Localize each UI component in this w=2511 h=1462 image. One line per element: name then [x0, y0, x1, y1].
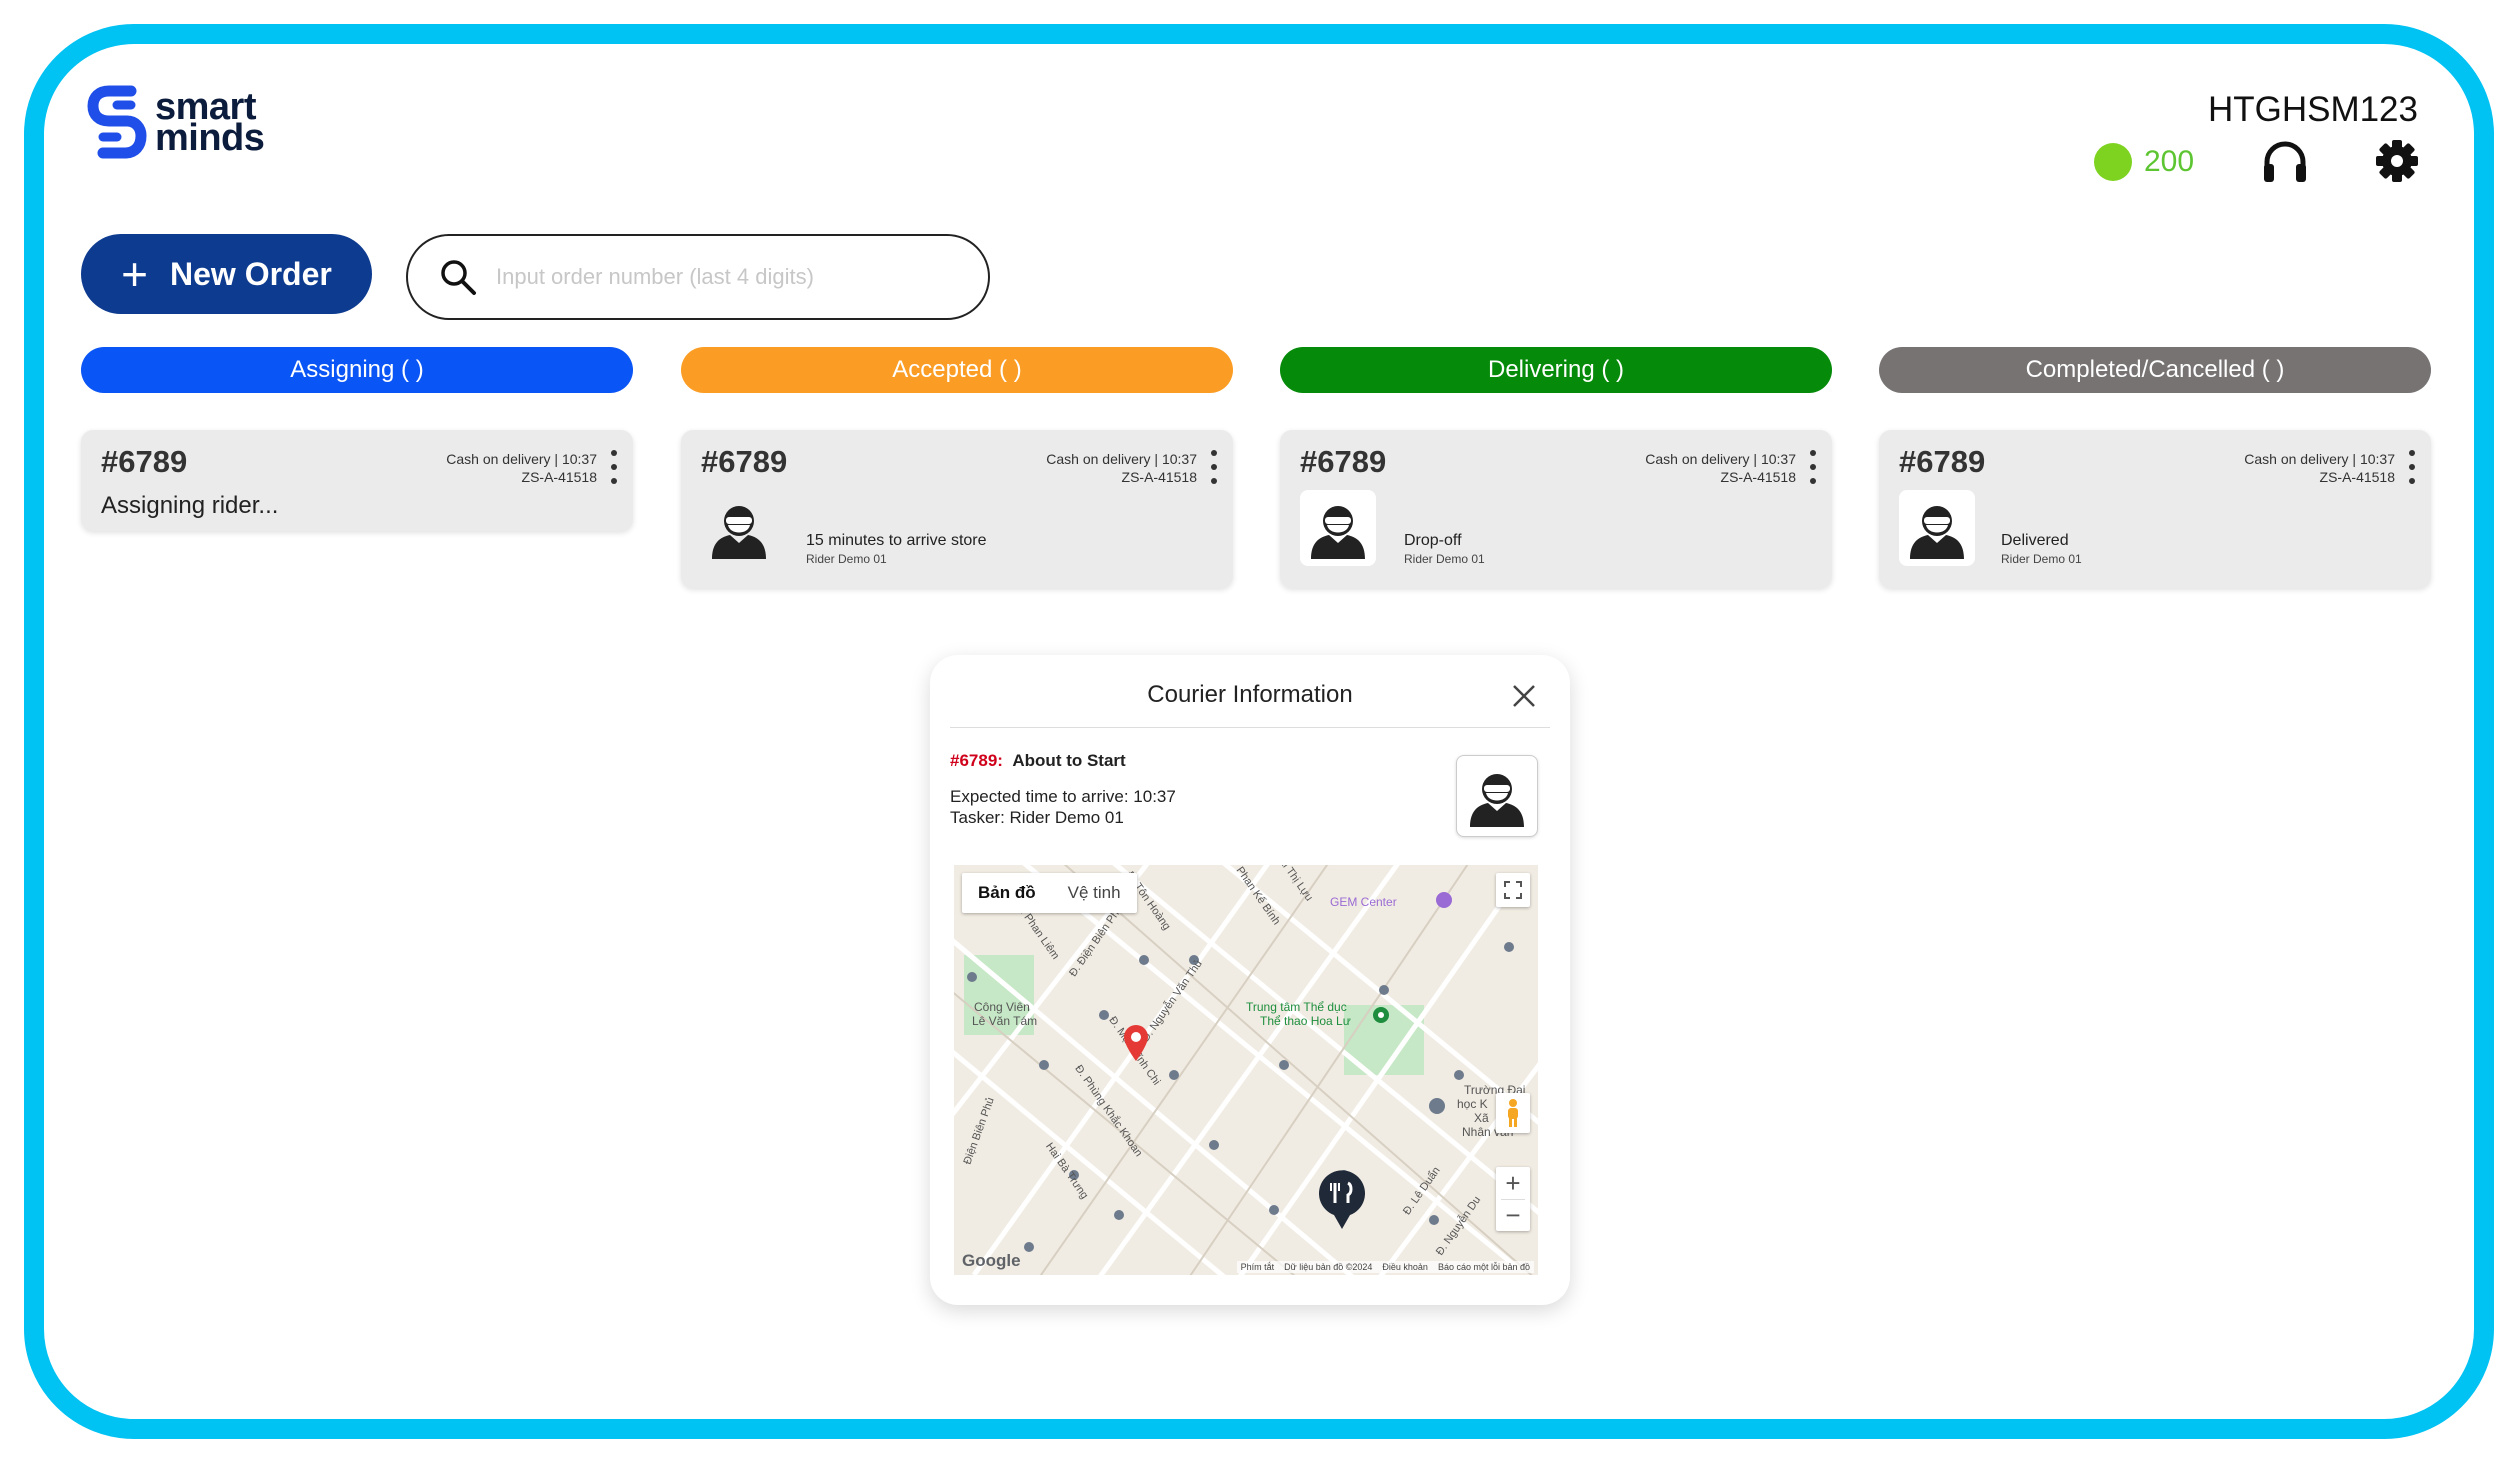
street-view-button[interactable] — [1496, 1093, 1530, 1133]
courier-avatar-icon — [1470, 774, 1524, 827]
order-meta: Cash on delivery | 10:37 ZS-A-41518 — [1046, 450, 1197, 486]
tab-assigning[interactable]: Assigning ( ) — [81, 347, 633, 393]
more-options-icon[interactable] — [1808, 450, 1818, 484]
tab-completed-cancelled[interactable]: Completed/Cancelled ( ) — [1879, 347, 2431, 393]
gear-icon — [2376, 140, 2418, 182]
order-meta: Cash on delivery | 10:37 ZS-A-41518 — [1645, 450, 1796, 486]
courier-info-dialog: Courier Information #6789: About to Star… — [930, 655, 1570, 1305]
plus-icon: + — [121, 248, 149, 300]
order-number: #6789 — [701, 444, 788, 479]
order-meta: Cash on delivery | 10:37 ZS-A-41518 — [446, 450, 597, 486]
order-payment-time: Cash on delivery | 10:37 — [2244, 451, 2395, 467]
status-dot-icon — [2094, 143, 2132, 181]
order-number: #6789 — [1300, 444, 1387, 479]
map-label-sports-line1: Trung tâm Thể dục — [1246, 1000, 1347, 1014]
map-footer-report[interactable]: Báo cáo một lỗi bản đồ — [1438, 1262, 1530, 1272]
order-code: ZS-A-41518 — [1720, 469, 1796, 485]
rider-info: Delivered Rider Demo 01 — [2001, 532, 2082, 566]
courier-status-text: About to Start — [1012, 751, 1126, 770]
restaurant-pin-icon — [1319, 1170, 1365, 1229]
dialog-title: Courier Information — [1147, 681, 1353, 708]
map-footer-terms[interactable]: Điều khoản — [1382, 1262, 1428, 1272]
order-card-accepted[interactable]: #6789 Cash on delivery | 10:37 ZS-A-4151… — [681, 430, 1233, 588]
settings-button[interactable] — [2372, 136, 2422, 186]
courier-location-pin-icon — [1124, 1025, 1148, 1061]
courier-order-id: #6789: — [950, 751, 1003, 770]
map-attribution: Phím tắt Dữ liệu bản đồ ©2024 Điều khoản… — [1236, 1261, 1534, 1273]
tab-satellite[interactable]: Vệ tinh — [1052, 873, 1137, 913]
courier-avatar-icon — [712, 506, 766, 559]
tasker-name: Tasker: Rider Demo 01 — [950, 808, 1124, 827]
zoom-in-button[interactable]: + — [1505, 1167, 1520, 1199]
courier-avatar — [1456, 755, 1538, 837]
map-type-tabs: Bản đồ Vệ tinh — [962, 873, 1137, 913]
rider-info: 15 minutes to arrive store Rider Demo 01 — [806, 532, 987, 566]
order-meta: Cash on delivery | 10:37 ZS-A-41518 — [2244, 450, 2395, 486]
courier-avatar-icon — [1910, 506, 1964, 559]
fullscreen-icon — [1504, 881, 1522, 899]
order-card-delivering[interactable]: #6789 Cash on delivery | 10:37 ZS-A-4151… — [1280, 430, 1832, 588]
rider-avatar[interactable] — [701, 490, 777, 566]
logo-mark-icon — [87, 85, 147, 159]
order-code: ZS-A-41518 — [1121, 469, 1197, 485]
order-payment-time: Cash on delivery | 10:37 — [1046, 451, 1197, 467]
rider-avatar[interactable] — [1300, 490, 1376, 566]
order-card-completed[interactable]: #6789 Cash on delivery | 10:37 ZS-A-4151… — [1879, 430, 2431, 588]
zoom-controls: + − — [1496, 1167, 1530, 1231]
dialog-divider — [950, 727, 1550, 728]
map-footer-shortcuts[interactable]: Phím tắt — [1241, 1262, 1275, 1272]
logo-text-line2: minds — [155, 117, 265, 159]
rider-name: Rider Demo 01 — [806, 552, 887, 566]
tab-map[interactable]: Bản đồ — [962, 873, 1052, 913]
order-payment-time: Cash on delivery | 10:37 — [1645, 451, 1796, 467]
order-card-assigning[interactable]: #6789 Cash on delivery | 10:37 ZS-A-4151… — [81, 430, 633, 531]
order-status: Assigning rider... — [101, 492, 279, 519]
map-label-school-line2: học K — [1457, 1097, 1488, 1111]
new-order-button[interactable]: + New Order — [81, 234, 372, 314]
order-code: ZS-A-41518 — [521, 469, 597, 485]
credit-indicator: 200 — [2094, 143, 2194, 181]
rider-status: 15 minutes to arrive store — [806, 532, 987, 549]
pegman-icon — [1508, 1099, 1518, 1127]
order-number: #6789 — [101, 444, 188, 479]
rider-name: Rider Demo 01 — [1404, 552, 1485, 566]
new-order-label: New Order — [170, 255, 332, 292]
more-options-icon[interactable] — [2407, 450, 2417, 484]
tab-accepted[interactable]: Accepted ( ) — [681, 347, 1233, 393]
headset-icon — [2264, 141, 2306, 182]
map-label-park-line2: Lê Văn Tám — [972, 1014, 1038, 1028]
order-payment-time: Cash on delivery | 10:37 — [446, 451, 597, 467]
courier-status: #6789: About to Start — [950, 751, 1126, 771]
user-id: HTGHSM123 — [2207, 90, 2418, 129]
order-search — [406, 234, 990, 320]
map-label-gem-center: GEM Center — [1330, 895, 1397, 909]
rider-name: Rider Demo 01 — [2001, 552, 2082, 566]
map-label-school-line3: Xã — [1474, 1111, 1489, 1125]
google-logo: Google — [962, 1251, 1021, 1270]
map-label-park-line1: Công Viên — [974, 1000, 1030, 1014]
courier-avatar-icon — [1311, 506, 1365, 559]
map-footer-data: Dữ liệu bản đồ ©2024 — [1284, 1262, 1373, 1272]
brand-logo: smart minds — [87, 85, 265, 161]
fullscreen-button[interactable] — [1496, 873, 1530, 907]
order-number: #6789 — [1899, 444, 1986, 479]
search-input[interactable] — [496, 264, 976, 290]
search-icon — [441, 260, 476, 295]
rider-info: Drop-off Rider Demo 01 — [1404, 532, 1485, 566]
rider-avatar[interactable] — [1899, 490, 1975, 566]
more-options-icon[interactable] — [1209, 450, 1219, 484]
close-icon[interactable] — [1508, 680, 1540, 712]
order-code: ZS-A-41518 — [2319, 469, 2395, 485]
rider-status: Delivered — [2001, 532, 2069, 549]
tab-delivering[interactable]: Delivering ( ) — [1280, 347, 1832, 393]
rider-status: Drop-off — [1404, 532, 1462, 549]
credit-value: 200 — [2144, 145, 2195, 178]
logo-wordmark: smart minds — [155, 88, 265, 159]
expected-time: Expected time to arrive: 10:37 — [950, 787, 1176, 806]
zoom-out-button[interactable]: − — [1501, 1199, 1525, 1231]
courier-map[interactable]: Công Viên Lê Văn Tám GEM Center Trung tâ… — [954, 865, 1538, 1275]
support-button[interactable] — [2260, 136, 2310, 186]
map-label-sports-line2: Thể thao Hoa Lư — [1260, 1014, 1351, 1028]
more-options-icon[interactable] — [609, 450, 619, 484]
